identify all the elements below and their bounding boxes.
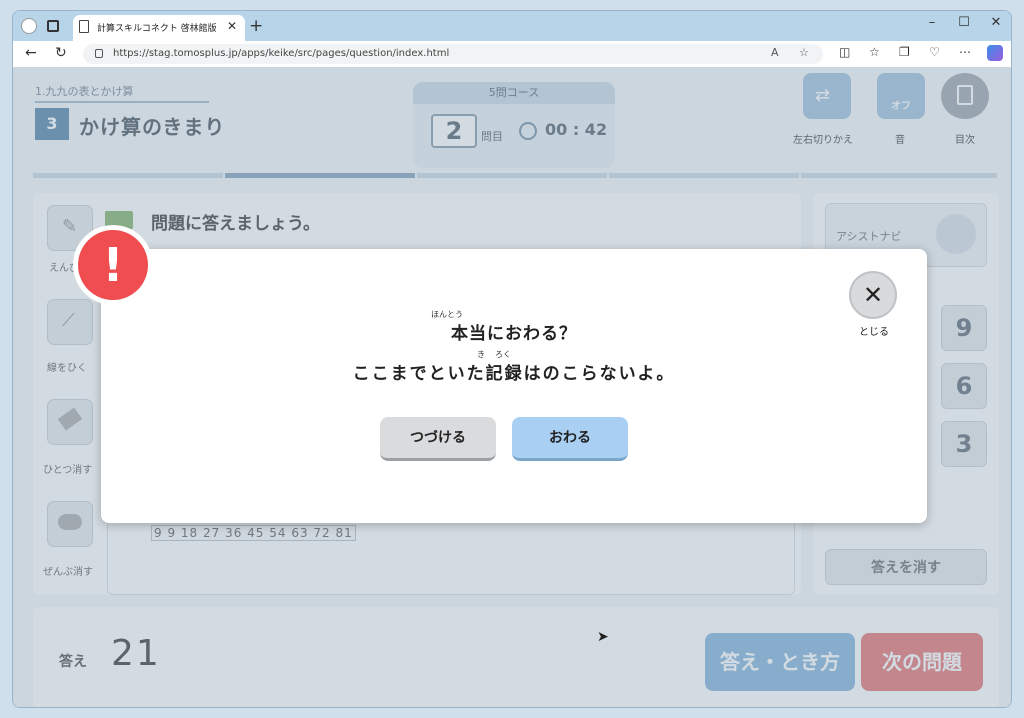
window-close-icon[interactable]: ✕ xyxy=(981,15,1011,30)
plus-icon[interactable]: + xyxy=(249,16,263,36)
alert-icon: ! xyxy=(78,230,148,300)
refresh-icon[interactable]: ↻ xyxy=(55,45,67,61)
back-icon[interactable]: ← xyxy=(25,45,37,61)
maximize-icon[interactable]: ☐ xyxy=(949,15,979,30)
continue-button[interactable]: つづける xyxy=(380,417,496,461)
url-field[interactable]: https://stag.tomosplus.jp/apps/keike/src… xyxy=(83,44,823,64)
profile-icon[interactable] xyxy=(21,18,37,34)
page-icon xyxy=(79,20,89,33)
browser-window: 計算スキルコネクト 啓林館版 ✕ + – ☐ ✕ ← ↻ https://sta… xyxy=(12,10,1012,708)
split-screen-icon[interactable]: ◫ xyxy=(839,45,850,59)
url-text: https://stag.tomosplus.jp/apps/keike/src… xyxy=(113,48,450,59)
end-button[interactable]: おわる xyxy=(512,417,628,461)
confirm-dialog xyxy=(101,249,927,523)
tab-actions-icon[interactable] xyxy=(47,20,59,32)
close-icon[interactable]: ✕ xyxy=(227,19,237,33)
heart-icon[interactable]: ♡ xyxy=(929,45,940,59)
address-bar: ← ↻ https://stag.tomosplus.jp/apps/keike… xyxy=(13,41,1011,67)
collections-icon[interactable]: ❐ xyxy=(899,45,910,59)
copilot-icon[interactable] xyxy=(987,45,1003,61)
more-icon[interactable]: ⋯ xyxy=(959,45,971,59)
tab-bar: 計算スキルコネクト 啓林館版 ✕ + – ☐ ✕ xyxy=(13,11,1011,41)
tab-active[interactable]: 計算スキルコネクト 啓林館版 ✕ xyxy=(73,15,245,41)
close-dialog-button[interactable]: ✕ xyxy=(849,271,897,319)
dialog-question: 本当におわる？ xyxy=(451,324,577,344)
minimize-icon[interactable]: – xyxy=(917,15,947,30)
favorite-icon[interactable]: ☆ xyxy=(799,46,809,59)
dialog-warning: ここまでといた記録はのこらないよ。 xyxy=(352,364,676,384)
alert-badge: ! xyxy=(73,225,153,305)
tab-title: 計算スキルコネクト 啓林館版 xyxy=(97,24,217,34)
read-aloud-icon[interactable]: A xyxy=(771,46,779,59)
favorites-icon[interactable]: ☆ xyxy=(869,45,880,59)
lock-icon xyxy=(95,49,103,58)
mouse-cursor-icon: ➤ xyxy=(597,629,609,645)
